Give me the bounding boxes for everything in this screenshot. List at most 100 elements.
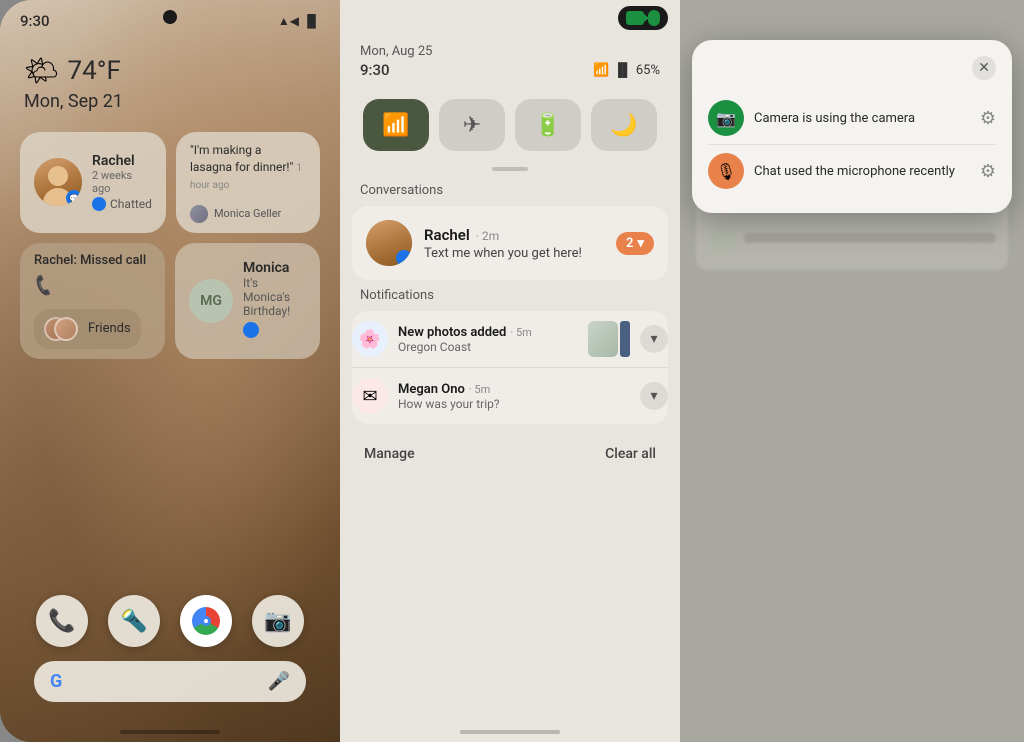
unread-count: 2	[626, 236, 633, 251]
divider-pill	[492, 167, 528, 171]
camera-settings-icon[interactable]: ⚙	[980, 108, 996, 129]
chatted-label: Chatted	[110, 197, 152, 211]
rachel-conv-content: Rachel · 2m Text me when you get here!	[424, 226, 604, 261]
monica-quote: "I'm making a lasagna for dinner!" 1 hou…	[190, 142, 306, 193]
message-badge: 💬	[66, 190, 82, 206]
notification-panel: Mon, Aug 25 9:30 📶 ▐▌ 65% 📶 ✈ 🔋 🌙 Conver…	[340, 0, 680, 742]
monica-birthday-msg: It's Monica's Birthday!	[243, 276, 306, 318]
gmail-icon-symbol: ✉	[362, 386, 377, 407]
camera-dock-icon[interactable]: 📷	[252, 595, 304, 647]
manage-button[interactable]: Manage	[364, 446, 415, 462]
friends-label: Friends	[88, 321, 131, 336]
missed-call-icon: 📞	[31, 273, 56, 298]
camera-permission-icon: 📷	[708, 100, 744, 136]
permission-panel: ✕ 📷 Camera is using the camera ⚙ 🎙 Chat …	[680, 0, 1024, 742]
photos-thumbnail	[588, 321, 630, 357]
photos-app-icon: 🌸	[352, 321, 388, 357]
widgets-area: 💬 Rachel 2 weeks ago Chatted "I'm making…	[0, 120, 340, 371]
monica-mini-avatar	[190, 205, 208, 223]
camera-icon-symbol: 📷	[716, 109, 736, 128]
gmail-notif-content: Megan Ono · 5m How was your trip?	[398, 382, 630, 411]
photos-expand-button[interactable]: ▾	[640, 325, 668, 353]
airplane-icon: ✈	[463, 113, 481, 138]
notif-status-right: 📶 ▐▌ 65%	[593, 62, 660, 78]
weather-icon: 🌤	[24, 54, 60, 87]
notif-footer: Manage Clear all	[340, 432, 680, 476]
notif-header: Mon, Aug 25 9:30 📶 ▐▌ 65%	[340, 30, 680, 87]
rachel-name: Rachel	[92, 153, 152, 169]
clear-all-button[interactable]: Clear all	[605, 446, 656, 462]
home-status-bar: 9:30 ▲◀ ▐▌	[0, 0, 340, 30]
chat-badge-dot	[92, 197, 106, 211]
mic-permission-item: 🎙 Chat used the microphone recently ⚙	[708, 144, 996, 197]
avatar-face	[48, 166, 68, 186]
do-not-disturb-toggle[interactable]: 🌙	[591, 99, 657, 151]
photos-notif-title: New photos added · 5m	[398, 325, 578, 340]
friends-widget[interactable]: Friends	[34, 309, 141, 349]
missed-call-text: Rachel: Missed call	[34, 253, 146, 268]
friends-avatars	[44, 317, 72, 341]
popup-close-button[interactable]: ✕	[972, 56, 996, 80]
voice-search-icon[interactable]: 🎤	[268, 671, 290, 692]
rachel-conv-badge	[396, 250, 412, 266]
weather-widget: 🌤 74°F Mon, Sep 21	[0, 30, 340, 120]
permission-popup: ✕ 📷 Camera is using the camera ⚙ 🎙 Chat …	[692, 40, 1012, 213]
monica-name-row: Monica Geller	[190, 205, 281, 223]
rachel-conv-avatar	[366, 220, 412, 266]
top-widgets-row: 💬 Rachel 2 weeks ago Chatted "I'm making…	[20, 132, 320, 233]
rachel-conversation-card[interactable]: Rachel · 2m Text me when you get here! 2…	[352, 206, 668, 280]
signal-icon: ▐▌	[613, 62, 631, 78]
weather-date: Mon, Sep 21	[24, 91, 316, 112]
camera-permission-item: 📷 Camera is using the camera ⚙	[708, 92, 996, 144]
notif-date: Mon, Aug 25	[360, 44, 660, 59]
rachel-chat-widget[interactable]: 💬 Rachel 2 weeks ago Chatted	[20, 132, 166, 233]
conversations-label: Conversations	[340, 183, 680, 206]
battery-saver-icon: 🔋	[534, 113, 561, 138]
rachel-conv-message: Text me when you get here!	[424, 246, 604, 261]
chrome-center-dot	[201, 616, 211, 626]
chat-dot	[243, 322, 259, 338]
mic-active-indicator	[648, 10, 660, 26]
monica-birthday-text: Monica It's Monica's Birthday!	[243, 260, 306, 342]
rachel-unread-badge[interactable]: 2 ▾	[616, 232, 654, 255]
friend-avatar-2	[54, 317, 78, 341]
mic-settings-icon[interactable]: ⚙	[980, 161, 996, 182]
photos-notif-sub: Oregon Coast	[398, 340, 578, 354]
photos-notif-time: · 5m	[510, 326, 531, 339]
notif-time: 9:30	[360, 61, 390, 79]
gmail-notif-sub: How was your trip?	[398, 397, 630, 411]
photos-notif-content: New photos added · 5m Oregon Coast	[398, 325, 578, 354]
airplane-toggle[interactable]: ✈	[439, 99, 505, 151]
phone-dock-icon[interactable]: 📞	[36, 595, 88, 647]
gmail-notification[interactable]: ✉ Megan Ono · 5m How was your trip? ▾	[352, 367, 668, 424]
home-screen: 9:30 ▲◀ ▐▌ 🌤 74°F Mon, Sep 21	[0, 0, 340, 742]
flashlight-dock-icon[interactable]: 🔦	[108, 595, 160, 647]
battery-saver-toggle[interactable]: 🔋	[515, 99, 581, 151]
chrome-dock-icon[interactable]	[180, 595, 232, 647]
monica-sender-name: Monica Geller	[214, 207, 281, 220]
missed-call-widget[interactable]: Rachel: Missed call 📞 Friends	[20, 243, 165, 359]
monica-message-widget[interactable]: "I'm making a lasagna for dinner!" 1 hou…	[176, 132, 320, 233]
battery-text: 65%	[636, 63, 660, 78]
home-indicator	[120, 730, 220, 734]
dock-icons-row: 📞 🔦 📷	[36, 595, 304, 647]
notif-time-row: 9:30 📶 ▐▌ 65%	[360, 61, 660, 79]
notif-bottom-indicator	[460, 730, 560, 734]
monica-birthday-name: Monica	[243, 260, 306, 276]
photos-notification[interactable]: 🌸 New photos added · 5m Oregon Coast ▾	[352, 311, 668, 367]
notifications-label: Notifications	[340, 288, 680, 311]
wifi-toggle[interactable]: 📶	[363, 99, 429, 151]
gmail-expand-button[interactable]: ▾	[640, 382, 668, 410]
blur-avatar-3	[708, 226, 736, 254]
camera-permission-text: Camera is using the camera	[754, 111, 970, 126]
monica-birthday-widget[interactable]: MG Monica It's Monica's Birthday!	[175, 243, 320, 359]
rachel-widget-text: Rachel 2 weeks ago Chatted	[92, 153, 152, 211]
close-icon: ✕	[978, 60, 990, 76]
top-status-bar	[340, 0, 680, 30]
mic-permission-icon: 🎙	[708, 153, 744, 189]
camera-mic-indicator	[618, 6, 668, 30]
google-search-bar[interactable]: G 🎤	[34, 661, 306, 702]
gmail-notif-time: · 5m	[469, 383, 490, 396]
photos-icon-symbol: 🌸	[359, 329, 381, 350]
rachel-sub: 2 weeks ago	[92, 169, 152, 195]
